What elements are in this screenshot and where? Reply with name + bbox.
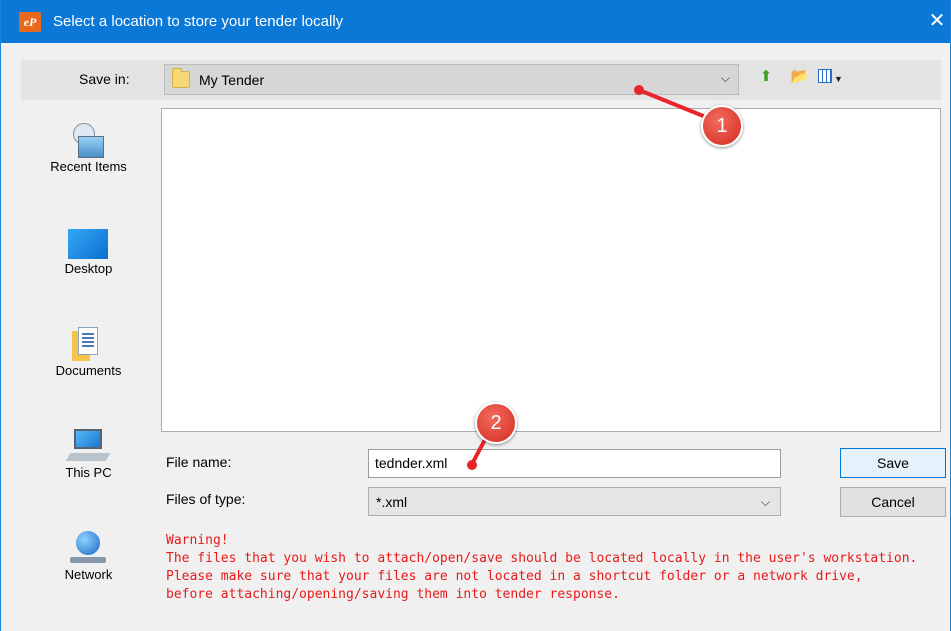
- this-pc-icon: [65, 429, 111, 465]
- view-menu-icon[interactable]: ▼: [817, 66, 843, 88]
- file-list-pane[interactable]: [161, 108, 941, 432]
- window-title: Select a location to store your tender l…: [53, 13, 344, 30]
- documents-icon: [68, 327, 108, 363]
- save-in-bar: Save in: My Tender ⌵ ⬆ 📂 ▼: [21, 60, 941, 100]
- save-button[interactable]: Save: [840, 448, 946, 478]
- place-this-pc[interactable]: This PC: [21, 411, 156, 501]
- save-in-combobox[interactable]: My Tender ⌵: [164, 64, 739, 95]
- chevron-down-icon[interactable]: ⌵: [721, 71, 730, 86]
- title-bar: eP Select a location to store your tende…: [1, 0, 950, 43]
- create-new-folder-icon[interactable]: 📂: [789, 66, 811, 88]
- place-recent-items[interactable]: Recent Items: [21, 105, 156, 195]
- folder-icon: [172, 68, 190, 88]
- warning-line: The files that you wish to attach/open/s…: [166, 551, 918, 566]
- desktop-icon: [68, 225, 108, 261]
- recent-items-icon: [68, 123, 108, 159]
- place-documents[interactable]: Documents: [21, 309, 156, 399]
- chevron-down-icon[interactable]: ⌵: [761, 495, 770, 510]
- file-name-label: File name:: [166, 454, 232, 470]
- places-bar: Recent Items Desktop Documents This PC N…: [21, 105, 156, 625]
- file-name-input[interactable]: tednder.xml: [368, 449, 781, 478]
- place-label: Desktop: [64, 261, 113, 276]
- place-label: Recent Items: [50, 159, 127, 174]
- callout-badge-2: 2: [475, 402, 517, 444]
- place-network[interactable]: Network: [21, 513, 156, 603]
- callout-badge-1: 1: [701, 105, 743, 147]
- warning-line: Please make sure that your files are not…: [166, 569, 863, 584]
- eprocurement-logo-icon: eP: [19, 12, 41, 32]
- file-type-label: Files of type:: [166, 491, 246, 507]
- close-icon[interactable]: ✕: [926, 9, 948, 33]
- up-one-level-icon[interactable]: ⬆: [755, 66, 777, 88]
- network-icon: [68, 531, 108, 567]
- cancel-button[interactable]: Cancel: [840, 487, 946, 517]
- file-type-select[interactable]: *.xml ⌵: [368, 487, 781, 516]
- place-label: Documents: [55, 363, 122, 378]
- save-in-label: Save in:: [79, 71, 130, 87]
- current-folder-name: My Tender: [199, 72, 265, 88]
- place-label: Network: [64, 567, 113, 582]
- place-desktop[interactable]: Desktop: [21, 207, 156, 297]
- warning-line: before attaching/opening/saving them int…: [166, 587, 620, 602]
- place-label: This PC: [65, 465, 112, 480]
- file-type-value: *.xml: [376, 494, 408, 510]
- warning-title: Warning!: [166, 533, 229, 548]
- warning-message: Warning! The files that you wish to atta…: [166, 532, 946, 604]
- save-dialog: eP Select a location to store your tende…: [0, 0, 951, 631]
